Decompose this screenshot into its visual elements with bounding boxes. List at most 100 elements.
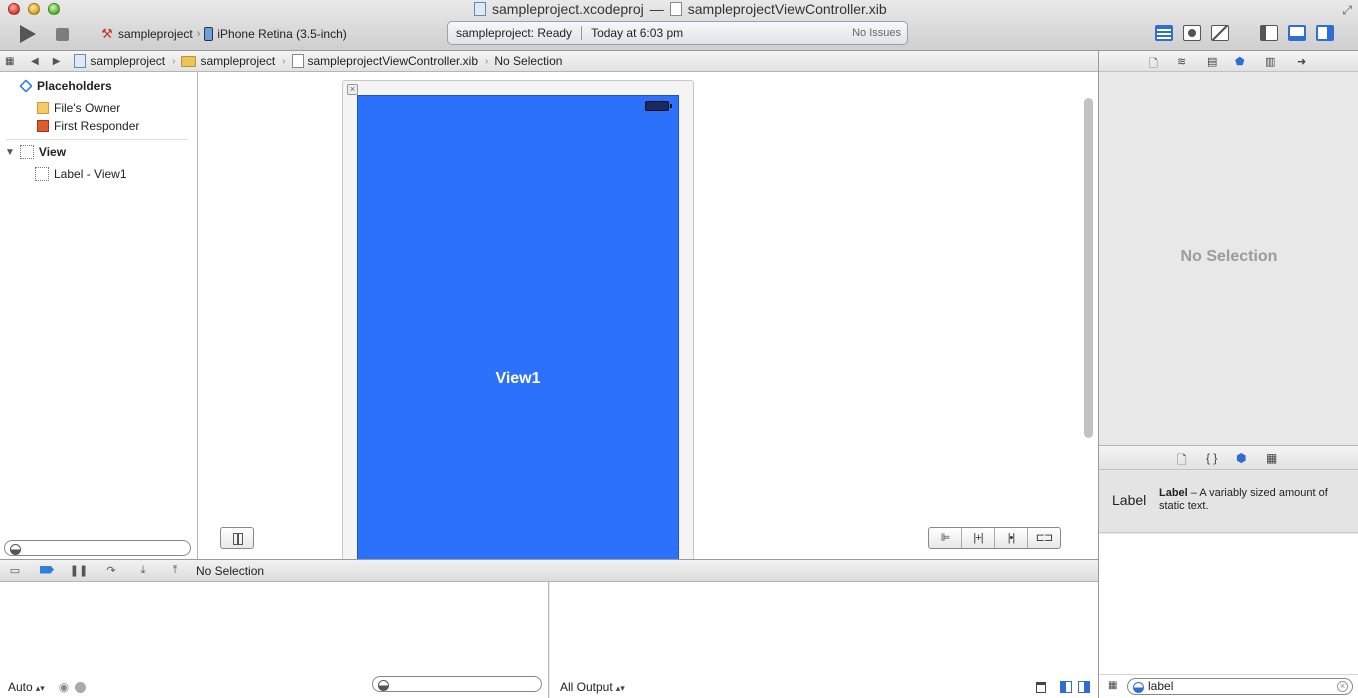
xcodeproj-icon [474,2,486,16]
quick-help-icon[interactable]: ≋ [1177,55,1186,68]
toggle-outline-button[interactable] [220,527,254,549]
outline-placeholders[interactable]: Placeholders [19,77,112,95]
breadcrumb-label: No Selection [494,54,563,68]
hammer-icon: ⚒ [101,26,113,41]
run-button[interactable] [20,25,36,43]
back-arrow-icon[interactable]: ◀ [31,56,39,67]
cube-icon [19,79,33,93]
attributes-inspector-icon[interactable]: ⬟ [1235,55,1245,68]
align-button[interactable]: ⊫ [929,528,962,548]
show-variables-icon[interactable] [1060,681,1072,693]
library-item-label[interactable]: Label Label – A variably sized amount of… [1099,471,1358,533]
iphone-icon [204,27,214,41]
first-responder-icon [37,120,49,132]
forward-arrow-icon[interactable]: ▶ [53,56,61,67]
activity-issues[interactable]: No Issues [852,27,901,39]
code-snippet-library-icon[interactable]: { } [1206,451,1217,465]
inspector-no-selection: No Selection [1180,248,1278,265]
inspector-tabs: 🗋 ≋ ▤ ⬟ ▥ ➜ [1099,51,1358,72]
breadcrumb-file[interactable]: sampleprojectViewController.xib › [291,54,489,68]
view-icon [19,145,34,159]
navigator-toggle-icon[interactable] [1260,25,1278,41]
outline-label-view1[interactable]: Label - View1 [35,165,127,183]
size-inspector-icon[interactable]: ▥ [1265,55,1275,68]
library-list[interactable] [1099,534,1358,674]
utilities-toggle-icon[interactable] [1316,25,1334,41]
activity-divider [581,26,583,40]
media-library-icon[interactable]: ▦ [1266,451,1277,465]
variables-filter-input[interactable] [372,676,542,692]
eye-icon[interactable]: ◉ [59,680,69,694]
console-output-popup[interactable]: All Output ▴▾ [560,680,625,694]
view-frame[interactable]: × View1 [342,80,694,559]
file-inspector-icon[interactable]: 🗋 [1149,55,1158,74]
standard-editor-icon[interactable] [1155,25,1173,41]
outline-view[interactable]: ▼ View [5,143,66,161]
breadcrumb-group[interactable]: sampleproject › [181,54,286,68]
hide-debug-area-icon[interactable]: ▭ [4,564,26,577]
breadcrumb-selection[interactable]: No Selection [494,54,562,68]
vertical-scrollbar[interactable] [1084,98,1093,438]
variables-pane[interactable]: Auto ▴▾ ◉ [0,582,549,698]
outline-filter-input[interactable] [4,540,191,556]
library-tabs: 🗋 { } ⬢ ▦ [1099,445,1358,470]
library-item-description: Label – A variably sized amount of stati… [1159,487,1349,513]
document-outline: Placeholders File's Owner First Responde… [0,72,198,559]
assistant-editor-icon[interactable] [1183,25,1201,41]
folder-icon [181,55,197,67]
step-over-icon[interactable]: ↷ [100,564,122,577]
step-into-icon[interactable]: ⤓ [132,564,154,577]
files-owner-icon [37,102,49,114]
chevron-right-icon: › [172,55,176,67]
minimize-window-button[interactable] [28,3,40,15]
disclosure-triangle-icon[interactable]: ▼ [5,147,15,158]
close-icon[interactable]: × [347,84,358,95]
chevron-right-icon: › [282,55,286,67]
clear-filter-icon[interactable]: × [1337,681,1348,692]
related-items-icon[interactable]: ▦ [5,56,17,67]
scheme-name: sampleproject [118,27,193,41]
info-icon[interactable] [75,681,87,693]
breadcrumb-project[interactable]: sampleproject › [74,54,175,68]
step-out-icon[interactable]: ⤒ [164,564,186,577]
resolve-issues-button[interactable]: |•| [995,528,1028,548]
chevron-right-icon: › [485,55,489,67]
close-window-button[interactable] [8,3,20,15]
popup-label: Auto [8,680,33,694]
variables-scope-popup[interactable]: Auto ▴▾ [8,680,45,694]
window-title: sampleproject.xcodeproj — sampleprojectV… [474,1,887,17]
view1-label[interactable]: View1 [358,370,678,388]
console-pane[interactable]: All Output ▴▾ [550,582,1098,698]
connections-inspector-icon[interactable]: ➜ [1297,55,1306,68]
identity-inspector-icon[interactable]: ▤ [1207,55,1217,68]
console-footer: All Output ▴▾ [550,676,1098,698]
outline-label: View [38,145,67,159]
zoom-window-button[interactable] [48,3,60,15]
grid-view-icon[interactable]: ▦ [1108,680,1118,691]
pause-icon[interactable]: ❚❚ [68,564,90,577]
outline-first-responder[interactable]: First Responder [37,117,139,135]
breadcrumb-label: sampleproject [200,54,276,68]
library-filter-input[interactable]: label × [1127,678,1353,695]
utilities-area: 🗋 ≋ ▤ ⬟ ▥ ➜ No Selection 🗋 { } ⬢ ▦ Label… [1098,51,1358,698]
debug-bar: ▭ ❚❚ ↷ ⤓ ⤒ No Selection [0,559,1098,582]
outline-files-owner[interactable]: File's Owner [37,99,120,117]
breadcrumb-label: sampleprojectViewController.xib [307,54,479,68]
fullscreen-icon[interactable]: ⤢ [1342,3,1352,18]
outline-divider [6,139,188,140]
outline-label: File's Owner [54,101,121,115]
breakpoints-toggle[interactable] [36,565,58,577]
activity-viewer[interactable]: sampleproject: Ready Today at 6:03 pm No… [447,21,908,45]
version-editor-icon[interactable] [1211,25,1229,41]
trash-icon[interactable] [1036,682,1046,693]
object-library-icon[interactable]: ⬢ [1236,451,1246,465]
stop-button[interactable] [56,28,69,41]
interface-builder-canvas[interactable]: × View1 ⊫ |+| |•| ⊏⊐ [198,72,1098,559]
resizing-button[interactable]: ⊏⊐ [1028,528,1060,548]
pin-button[interactable]: |+| [962,528,995,548]
debug-area-toggle-icon[interactable] [1288,25,1306,41]
view1[interactable]: View1 [357,95,679,559]
file-template-library-icon[interactable]: 🗋 [1177,451,1187,472]
scheme-selector[interactable]: ⚒ sampleproject › iPhone Retina (3.5-inc… [100,26,347,42]
show-console-icon[interactable] [1078,681,1090,693]
